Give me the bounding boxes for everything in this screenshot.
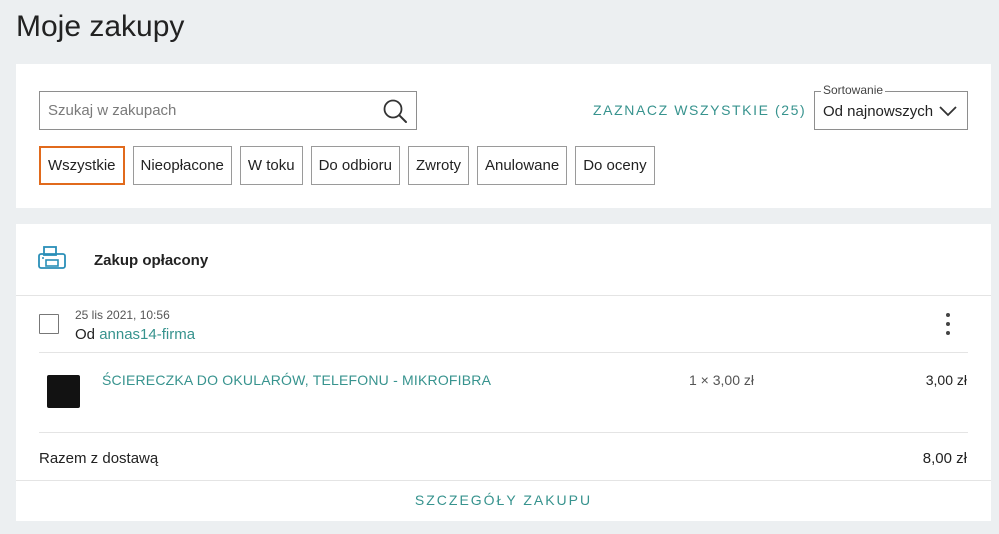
product-thumbnail[interactable] [47,375,80,408]
product-quantity-price: 1 × 3,00 zł [689,372,754,388]
filter-chip-unpaid[interactable]: Nieopłacone [132,146,232,185]
order-checkbox[interactable] [39,314,59,334]
total-value: 8,00 zł [922,450,967,467]
seller-prefix: Od [75,326,96,343]
sort-selected-value: Od najnowszych [823,103,934,120]
sort-legend: Sortowanie [821,83,886,97]
filter-chip-all[interactable]: Wszystkie [39,146,125,185]
page-title: Moje zakupy [16,10,185,43]
filter-chips: Wszystkie Nieopłacone W toku Do odbioru … [39,146,655,185]
search-input[interactable] [40,92,360,129]
search-box [39,91,417,130]
order-card: Zakup opłacony 25 lis 2021, 10:56 Od ann… [16,224,991,521]
order-header: Zakup opłacony [16,224,991,296]
filter-chip-in-progress[interactable]: W toku [239,146,303,185]
sort-select[interactable]: Sortowanie Od najnowszych [814,83,968,130]
divider [39,432,968,433]
seller-line: Od annas14-firma [75,326,195,343]
search-icon[interactable] [382,98,408,124]
total-label: Razem z dostawą [39,450,159,467]
filter-chip-cancelled[interactable]: Anulowane [476,146,568,185]
select-all-button[interactable]: ZAZNACZ WSZYSTKIE (25) [593,102,806,118]
filters-card: ZAZNACZ WSZYSTKIE (25) Sortowanie Od naj… [16,64,991,208]
filter-chip-to-rate[interactable]: Do oceny [575,146,655,185]
product-price: 3,00 zł [925,372,967,388]
filter-chip-to-pickup[interactable]: Do odbioru [310,146,400,185]
more-vertical-icon[interactable] [944,312,952,336]
seller-link[interactable]: annas14-firma [99,326,195,343]
divider [16,480,991,481]
chevron-down-icon [939,106,957,117]
order-status: Zakup opłacony [94,252,209,269]
divider [39,352,968,353]
product-name-link[interactable]: ŚCIERECZKA DO OKULARÓW, TELEFONU - MIKRO… [102,372,491,388]
printer-icon [38,246,66,269]
filter-chip-returns[interactable]: Zwroty [407,146,469,185]
order-date: 25 lis 2021, 10:56 [75,308,170,322]
order-details-link[interactable]: SZCZEGÓŁY ZAKUPU [16,492,991,508]
